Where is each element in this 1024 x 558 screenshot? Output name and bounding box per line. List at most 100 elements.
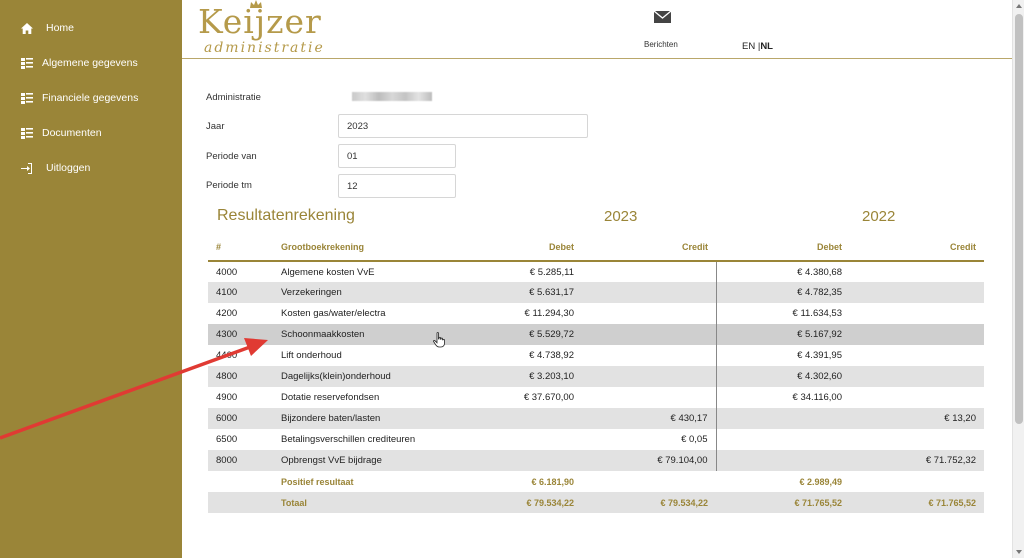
cell-debet-current [448, 450, 582, 471]
administratie-value-redacted [352, 92, 432, 101]
cell-debet-current: € 5.529,72 [448, 324, 582, 345]
cell-credit-previous: € 13,20 [850, 408, 984, 429]
cell-debet-current: € 37.670,00 [523, 392, 574, 403]
cell-account-nr: 4900 [216, 392, 238, 403]
cell-credit-previous: € 71.752,32 [850, 450, 984, 471]
vertical-scrollbar[interactable] [1012, 0, 1024, 558]
cell-credit-current [582, 303, 717, 324]
table-row[interactable]: 4400 Lift onderhoud € 4.738,92 € 4.391,95 [208, 345, 984, 366]
cell-account-name: Betalingsverschillen crediteuren [281, 434, 416, 445]
cell-credit-current: € 79.534,22 [582, 492, 716, 513]
report-title: Resultatenrekening [217, 207, 355, 224]
jaar-input[interactable] [338, 114, 588, 138]
jaar-label: Jaar [206, 121, 225, 132]
cell-credit-current: € 79.104,00 [582, 450, 717, 471]
cell-credit-previous [850, 471, 984, 492]
cell-account-nr: 4000 [216, 266, 238, 278]
periode-tm-label: Periode tm [206, 180, 252, 191]
column-header-credit-previous: Credit [850, 234, 984, 262]
cell-credit-current [582, 366, 717, 387]
cell-credit-previous [850, 324, 984, 345]
cell-account-nr: 4100 [208, 282, 273, 303]
cell-debet-current: € 3.203,10 [448, 366, 582, 387]
table-row[interactable]: 4900 Dotatie reservefondsen € 37.670,00 € 3… [208, 387, 984, 408]
cell-account-nr: 4200 [216, 308, 238, 319]
cell-credit-previous [850, 345, 984, 366]
mail-icon[interactable] [654, 10, 672, 24]
scroll-up-icon[interactable] [1015, 2, 1023, 10]
cell-empty [208, 492, 273, 513]
cell-account-name: Schoonmaakkosten [273, 324, 448, 345]
cell-credit-current [582, 282, 717, 303]
table-header-row: # Grootboekrekening Debet Credit Debet C… [208, 234, 984, 262]
cell-account-name: Lift onderhoud [281, 350, 342, 361]
table-row[interactable]: 6500 Betalingsverschillen crediteuren € 0,… [208, 429, 984, 450]
cell-debet-current: € 4.738,92 [529, 350, 574, 361]
periode-van-input[interactable] [338, 144, 456, 168]
cell-credit-current [582, 471, 716, 492]
cell-credit-previous [850, 261, 984, 282]
column-header-credit-current: Credit [582, 234, 716, 262]
cell-debet-previous: € 34.116,00 [792, 392, 842, 403]
lang-nl-link[interactable]: NL [760, 41, 773, 52]
cell-debet-previous: € 5.167,92 [716, 324, 850, 345]
cell-account-name: Dotatie reservefondsen [281, 392, 380, 403]
cell-debet-current: € 5.285,11 [529, 266, 574, 278]
cell-debet-current: € 5.631,17 [448, 282, 582, 303]
cell-account-name: Kosten gas/water/electra [281, 308, 386, 319]
sidebar-item-algemene-gegevens[interactable]: Algemene gegevens [20, 57, 138, 69]
sidebar-item-uitloggen[interactable]: Uitloggen [20, 162, 90, 174]
cell-debet-previous: € 11.634,53 [792, 308, 842, 319]
cell-account-nr: 4400 [216, 350, 238, 361]
cell-credit-previous: € 71.765,52 [850, 492, 984, 513]
table-row[interactable]: 8000 Opbrengst VvE bijdrage € 79.104,00 € 7… [208, 450, 984, 471]
cell-account-name: Opbrengst VvE bijdrage [273, 450, 448, 471]
table-row[interactable]: 4300 Schoonmaakkosten € 5.529,72 € 5.167,92 [208, 324, 984, 345]
column-header-debet-previous: Debet [716, 234, 850, 262]
cell-account-nr: 8000 [208, 450, 273, 471]
list-icon [20, 127, 34, 139]
sidebar-item-label: Uitloggen [46, 162, 91, 174]
scroll-down-icon[interactable] [1015, 548, 1023, 556]
sidebar: Home Algemene gegevens Financiele gegeve… [0, 0, 182, 558]
summary-row-result: Positief resultaat € 6.181,90 € 2.989,49 [208, 471, 984, 492]
table-row[interactable]: 4800 Dagelijks(klein)onderhoud € 3.203,10 €… [208, 366, 984, 387]
cell-summary-label: Positief resultaat [281, 476, 354, 487]
table-row[interactable]: 6000 Bijzondere baten/lasten € 430,17 € 13,… [208, 408, 984, 429]
year-previous-heading: 2022 [862, 208, 896, 225]
cell-debet-current [448, 408, 582, 429]
keijzer-logo[interactable]: Keijzer administratie [198, 0, 333, 58]
cell-credit-previous [850, 387, 984, 408]
cell-credit-previous [850, 429, 984, 450]
table-row[interactable]: 4000 Algemene kosten VvE € 5.285,11 € 4.380… [208, 261, 984, 282]
table-row[interactable]: 4100 Verzekeringen € 5.631,17 € 4.782,35 [208, 282, 984, 303]
cell-debet-current [448, 429, 582, 450]
periode-tm-input[interactable] [338, 174, 456, 198]
cell-credit-current: € 430,17 [582, 408, 717, 429]
cell-credit-current: € 0,05 [582, 429, 717, 450]
cell-debet-current: € 79.534,22 [448, 492, 582, 513]
cell-account-nr: 6000 [208, 408, 273, 429]
cell-account-name: Dagelijks(klein)onderhoud [273, 366, 448, 387]
cell-debet-previous [716, 408, 850, 429]
year-current-heading: 2023 [604, 208, 638, 225]
berichten-link[interactable]: Berichten [644, 40, 678, 49]
cell-account-name: Algemene kosten VvE [281, 266, 375, 278]
column-header-debet-current: Debet [448, 234, 582, 262]
sidebar-item-documenten[interactable]: Documenten [20, 127, 102, 139]
lang-en-link[interactable]: EN | [742, 41, 760, 52]
periode-van-label: Periode van [206, 151, 257, 162]
logo-subtitle: administratie [204, 40, 325, 56]
sidebar-item-financiele-gegevens[interactable]: Financiele gegevens [20, 92, 138, 104]
sidebar-item-label: Algemene gegevens [42, 57, 138, 69]
home-icon [20, 22, 34, 34]
sidebar-item-label: Financiele gegevens [42, 92, 139, 104]
logout-icon [20, 162, 34, 174]
cell-debet-previous: € 71.765,52 [716, 492, 850, 513]
cell-debet-previous: € 4.380,68 [797, 266, 842, 278]
sidebar-item-home[interactable]: Home [20, 22, 74, 34]
cell-account-name: Verzekeringen [273, 282, 448, 303]
table-row[interactable]: 4200 Kosten gas/water/electra € 11.294,30 €… [208, 303, 984, 324]
cell-debet-current: € 11.294,30 [524, 308, 574, 319]
scrollbar-thumb[interactable] [1015, 14, 1023, 424]
